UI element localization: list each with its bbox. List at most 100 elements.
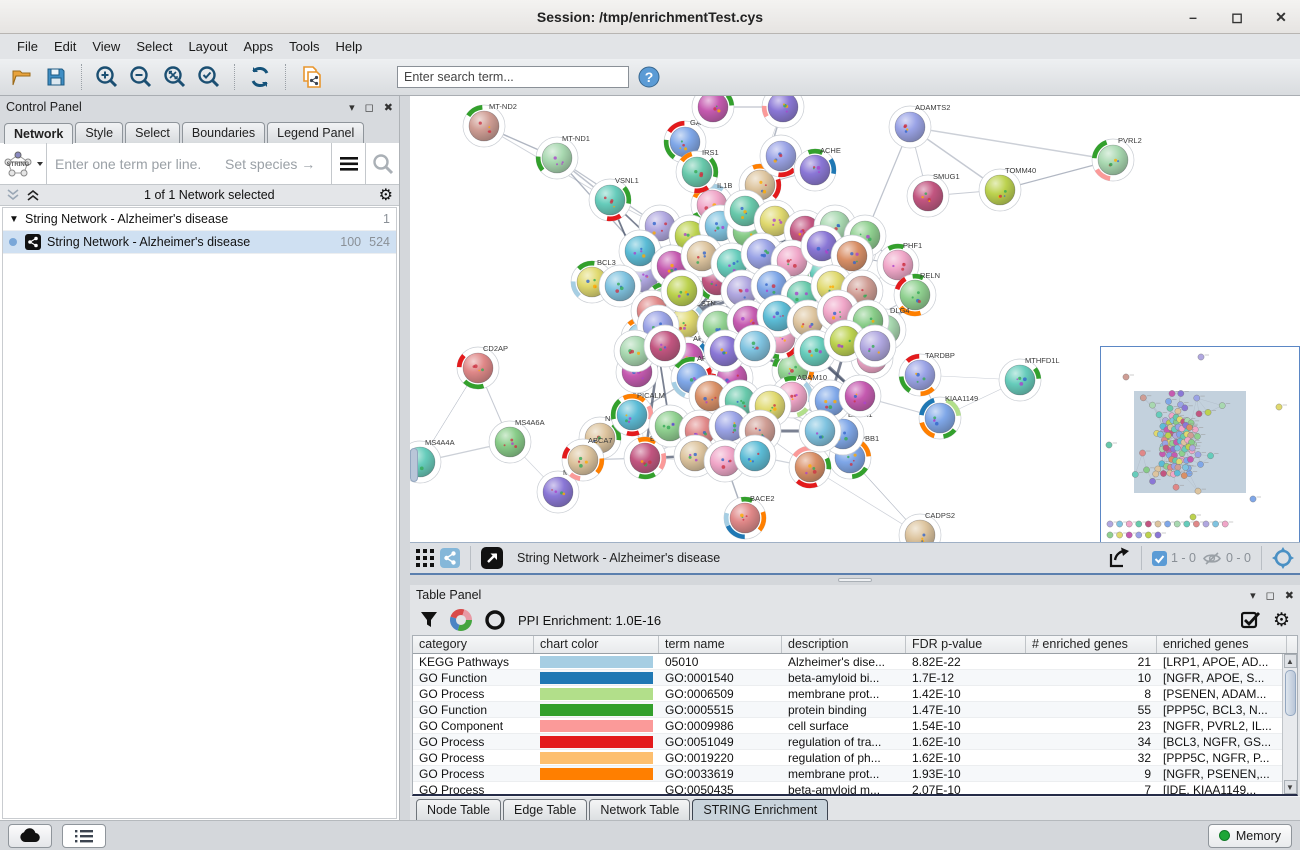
filter-icon[interactable] <box>420 611 438 629</box>
column-header--enriched-genes[interactable]: # enriched genes <box>1026 636 1157 653</box>
network-row-selected[interactable]: String Network - Alzheimer's disease 100… <box>3 231 396 254</box>
set-species-label[interactable]: Set species → <box>225 156 315 172</box>
protein-node-bace2[interactable]: BACE2 <box>724 494 775 539</box>
grid-mode-icon[interactable] <box>416 549 434 567</box>
string-options-icon[interactable] <box>331 143 365 184</box>
protein-node-mt-nd1[interactable]: MT-ND1 <box>536 134 590 179</box>
refresh-icon[interactable] <box>246 63 274 91</box>
column-header-description[interactable]: description <box>782 636 906 653</box>
scroll-down-arrow[interactable]: ▼ <box>1284 780 1297 794</box>
protein-node-ms4a6a[interactable]: MS4A6A <box>489 418 545 463</box>
menu-item-tools[interactable]: Tools <box>282 36 326 57</box>
protein-node-pvrl2[interactable]: PVRL2 <box>1092 136 1142 181</box>
network-options-gear-icon[interactable]: ⚙ <box>379 185 393 205</box>
panel-float-icon[interactable]: ◻ <box>365 101 374 114</box>
panel-menu-icon[interactable]: ▾ <box>1250 589 1256 602</box>
table-row[interactable]: GO ProcessGO:0051049regulation of tra...… <box>413 734 1297 750</box>
tab-edge-table[interactable]: Edge Table <box>503 799 587 820</box>
canvas-scrollbar-thumb[interactable] <box>410 448 418 482</box>
column-header-category[interactable]: category <box>413 636 534 653</box>
vertical-splitter[interactable] <box>400 96 410 820</box>
enrichment-chart-icon[interactable] <box>450 609 472 631</box>
tab-select[interactable]: Select <box>125 122 180 143</box>
table-row[interactable]: GO FunctionGO:0005515protein binding1.47… <box>413 702 1297 718</box>
table-settings-gear-icon[interactable]: ⚙ <box>1273 611 1290 630</box>
protein-node-cd2ap[interactable]: CD2AP <box>457 344 508 389</box>
tab-network-table[interactable]: Network Table <box>589 799 690 820</box>
table-row[interactable]: KEGG Pathways05010Alzheimer's dise...8.8… <box>413 654 1297 670</box>
panel-close-icon[interactable]: ✖ <box>384 101 393 114</box>
protein-node[interactable] <box>854 325 896 367</box>
zoom-out-icon[interactable] <box>127 63 155 91</box>
expand-all-icon[interactable] <box>6 189 20 201</box>
share-view-icon[interactable] <box>440 548 460 568</box>
protein-node-kiaa1149[interactable]: KIAA1149 <box>919 394 978 439</box>
menu-item-file[interactable]: File <box>10 36 45 57</box>
cloud-tasks-button[interactable] <box>8 824 52 848</box>
column-header-chart-color[interactable]: chart color <box>534 636 659 653</box>
table-row[interactable]: GO ProcessGO:0033619membrane prot...1.93… <box>413 766 1297 782</box>
tab-string-enrichment[interactable]: STRING Enrichment <box>692 799 828 820</box>
panel-menu-icon[interactable]: ▾ <box>349 101 355 114</box>
ring-chart-icon[interactable] <box>484 609 506 631</box>
protein-node-mthfd1l[interactable]: MTHFD1L <box>999 356 1060 401</box>
network-collection-row[interactable]: ▼ String Network - Alzheimer's disease 1 <box>3 208 396 231</box>
protein-node[interactable] <box>799 410 841 452</box>
panel-close-icon[interactable]: ✖ <box>1285 589 1294 602</box>
close-button[interactable]: ✕ <box>1272 9 1290 26</box>
tab-network[interactable]: Network <box>4 123 73 144</box>
menu-item-view[interactable]: View <box>85 36 127 57</box>
maximize-button[interactable]: ◻ <box>1228 9 1246 26</box>
protein-node-vsnl1[interactable]: VSNL1 <box>589 176 639 221</box>
protein-node-tardbp[interactable]: TARDBP <box>899 351 955 396</box>
column-header-term-name[interactable]: term name <box>659 636 782 653</box>
navigator-icon[interactable] <box>1272 547 1294 569</box>
string-query-input[interactable] <box>55 156 225 172</box>
column-header-enriched-genes[interactable]: enriched genes <box>1157 636 1287 653</box>
protein-node[interactable] <box>644 325 686 367</box>
tab-node-table[interactable]: Node Table <box>416 799 501 820</box>
splitter-handle[interactable] <box>838 578 872 582</box>
protein-node-tomm40[interactable]: TOMM40 <box>979 166 1036 211</box>
table-row[interactable]: GO ProcessGO:0006509membrane prot...1.42… <box>413 686 1297 702</box>
collection-expand-icon[interactable]: ▼ <box>9 214 25 225</box>
tab-legend-panel[interactable]: Legend Panel <box>267 122 364 143</box>
network-canvas[interactable]: MT-ND2MT-ND1VSNL1GAB2ADAMTS2SMUG1TOMM40P… <box>410 96 1300 543</box>
scroll-up-arrow[interactable]: ▲ <box>1284 654 1297 668</box>
panel-float-icon[interactable]: ◻ <box>1266 589 1275 602</box>
tab-style[interactable]: Style <box>75 122 123 143</box>
table-row[interactable]: GO ProcessGO:0019220regulation of ph...1… <box>413 750 1297 766</box>
export-network-icon[interactable] <box>1107 546 1131 570</box>
string-search-icon[interactable] <box>365 143 399 184</box>
protein-node-adamts2[interactable]: ADAMTS2 <box>889 103 950 148</box>
select-rows-icon[interactable] <box>1241 610 1261 630</box>
save-session-icon[interactable] <box>42 63 70 91</box>
open-session-icon[interactable] <box>8 63 36 91</box>
zoom-in-icon[interactable] <box>93 63 121 91</box>
scrollbar-thumb[interactable] <box>1285 670 1296 716</box>
tab-boundaries[interactable]: Boundaries <box>182 122 265 143</box>
memory-button[interactable]: Memory <box>1208 824 1292 848</box>
protein-node[interactable] <box>734 325 776 367</box>
string-logo[interactable]: STRING <box>0 149 46 179</box>
collapse-all-icon[interactable] <box>26 189 40 201</box>
minimize-button[interactable]: – <box>1184 9 1202 25</box>
horizontal-splitter[interactable] <box>410 575 1300 585</box>
task-history-button[interactable] <box>62 824 106 848</box>
search-input[interactable] <box>397 66 629 88</box>
birds-eye-view[interactable] <box>1100 346 1300 543</box>
protein-node[interactable] <box>789 446 831 488</box>
clone-network-icon[interactable] <box>297 63 325 91</box>
zoom-selected-icon[interactable] <box>195 63 223 91</box>
table-row[interactable]: GO FunctionGO:0001540beta-amyloid bi...1… <box>413 670 1297 686</box>
protein-node[interactable] <box>839 375 881 417</box>
menu-item-help[interactable]: Help <box>329 36 370 57</box>
protein-node-cadps2[interactable]: CADPS2 <box>899 511 955 543</box>
protein-node[interactable] <box>661 270 703 312</box>
help-icon[interactable]: ? <box>635 63 663 91</box>
column-header-fdr-p-value[interactable]: FDR p-value <box>906 636 1026 653</box>
menu-item-apps[interactable]: Apps <box>237 36 281 57</box>
table-vertical-scrollbar[interactable]: ▲ ▼ <box>1282 654 1297 794</box>
table-row[interactable]: GO ComponentGO:0009986cell surface1.54E-… <box>413 718 1297 734</box>
zoom-fit-icon[interactable] <box>161 63 189 91</box>
